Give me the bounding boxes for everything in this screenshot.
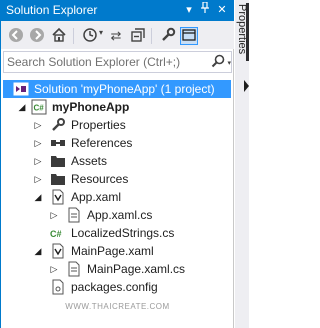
tree-item-app-xaml-cs[interactable]: ▷ App.xaml.cs — [1, 206, 234, 224]
tree-item-app-xaml[interactable]: ◢ App.xaml — [1, 188, 234, 206]
properties-wrench-glyph — [52, 118, 65, 131]
tree-item-localizedstrings[interactable]: C# LocalizedStrings.cs — [1, 224, 234, 242]
tree-item-packages-config[interactable]: packages.config — [1, 278, 234, 296]
back-glyph — [9, 28, 23, 42]
folder-icon — [50, 171, 66, 187]
references-icon — [50, 135, 66, 151]
panel-title: Solution Explorer — [6, 3, 98, 17]
csharp-class-glyph: C# — [50, 229, 62, 239]
window-position-dropdown-icon[interactable]: ▾ — [182, 2, 196, 18]
tree-item-label: MainPage.xaml.cs — [87, 262, 186, 276]
pin-glyph — [201, 1, 209, 13]
config-file-icon — [50, 279, 66, 295]
collapse-glyph — [131, 28, 145, 42]
expanded-arrow-icon[interactable]: ◢ — [17, 101, 27, 113]
csharp-file-icon — [66, 261, 82, 277]
expanded-arrow-icon[interactable]: ◢ — [33, 245, 43, 257]
properties-wrench-icon[interactable] — [159, 27, 177, 45]
history-glyph — [83, 28, 97, 42]
tree-item-label: myPhoneApp — [52, 100, 130, 114]
xaml-file-icon — [50, 189, 66, 205]
config-file-glyph — [52, 279, 64, 295]
tree-item-label: MainPage.xaml — [71, 244, 154, 258]
tree-item-label: packages.config — [71, 280, 158, 294]
explorer-toolbar: ▾ ⇄ — [1, 21, 234, 49]
forward-icon[interactable] — [28, 27, 46, 45]
search-options-dropdown-icon[interactable]: ▾ — [227, 59, 231, 67]
tree-item-assets[interactable]: ▷ Assets — [1, 152, 234, 170]
collapsed-arrow-icon[interactable]: ▷ — [49, 209, 59, 221]
search-glyph — [211, 54, 225, 68]
tree-item-label: App.xaml.cs — [87, 208, 153, 222]
tree-item-mainpage-xaml-cs[interactable]: ▷ MainPage.xaml.cs — [1, 260, 234, 278]
xaml-file-glyph — [52, 189, 64, 205]
search-input[interactable] — [7, 54, 202, 70]
pin-icon[interactable] — [198, 1, 212, 18]
expanded-arrow-icon[interactable]: ◢ — [33, 191, 43, 203]
tree-item-project[interactable]: ◢ C# myPhoneApp — [1, 98, 234, 116]
back-icon[interactable] — [7, 27, 25, 45]
home-glyph — [52, 27, 66, 42]
forward-glyph — [30, 28, 44, 42]
wrench-icon — [50, 117, 66, 133]
collapsed-arrow-icon[interactable]: ▷ — [33, 173, 43, 185]
xaml-file-glyph — [52, 243, 64, 259]
search-icon[interactable] — [210, 54, 226, 70]
watermark: WWW.THAICREATE.COM — [65, 302, 170, 311]
tree-item-mainpage-xaml[interactable]: ◢ MainPage.xaml — [1, 242, 234, 260]
collapse-all-icon[interactable] — [129, 27, 147, 45]
csharp-project-icon: C# — [31, 99, 47, 115]
tree-item-label: App.xaml — [71, 190, 122, 204]
refresh-icon[interactable]: ⇄ — [107, 27, 125, 45]
tree-item-label: Solution 'myPhoneApp' (1 project) — [34, 82, 215, 96]
toolbar-separator — [151, 28, 152, 44]
tree-item-label: Properties — [71, 118, 126, 132]
collapsed-arrow-icon[interactable]: ▷ — [33, 137, 43, 149]
panel-titlebar: Solution Explorer ▾ ✕ — [1, 0, 234, 21]
preview-selected-items-icon[interactable] — [180, 27, 198, 45]
tree-item-label: References — [71, 136, 133, 150]
svg-text:C#: C# — [34, 104, 45, 113]
csharp-project-glyph: C# — [31, 99, 47, 115]
tree-item-resources[interactable]: ▷ Resources — [1, 170, 234, 188]
search-box: ▾ — [3, 51, 232, 73]
folder-glyph — [51, 156, 65, 167]
xaml-file-icon — [50, 243, 66, 259]
solution-explorer-panel: Solution Explorer ▾ ✕ ▾ ⇄ Search Solutio… — [0, 0, 234, 328]
sync-history-icon[interactable] — [81, 27, 99, 45]
collapsed-arrow-icon[interactable]: ▷ — [33, 155, 43, 167]
tree-item-solution[interactable]: Solution 'myPhoneApp' (1 project) — [3, 80, 231, 98]
tree-item-properties[interactable]: ▷ Properties — [1, 116, 234, 134]
collapsed-arrow-icon[interactable]: ▷ — [33, 119, 43, 131]
csharp-file-glyph — [68, 207, 80, 223]
mouse-cursor-icon — [244, 80, 249, 92]
wrench-glyph — [162, 27, 176, 41]
csharp-file-icon — [66, 207, 82, 223]
folder-glyph — [51, 174, 65, 185]
solution-icon — [13, 81, 29, 97]
close-icon[interactable]: ✕ — [215, 2, 229, 18]
tree-item-label: LocalizedStrings.cs — [71, 226, 175, 240]
csharp-file-icon: C# — [50, 225, 66, 241]
csharp-file-glyph — [68, 261, 80, 277]
svg-text:C#: C# — [50, 229, 62, 239]
side-tab-label: Properties — [236, 4, 248, 55]
tree-item-label: Resources — [71, 172, 129, 186]
folder-icon — [50, 153, 66, 169]
home-icon[interactable] — [50, 27, 68, 45]
properties-side-tab[interactable]: Properties — [235, 0, 249, 328]
collapsed-arrow-icon[interactable]: ▷ — [49, 263, 59, 275]
references-glyph — [51, 140, 65, 146]
solution-glyph — [13, 82, 29, 96]
preview-glyph — [182, 29, 196, 41]
tree-item-label: Assets — [71, 154, 108, 168]
sync-history-dropdown-icon[interactable]: ▾ — [99, 28, 103, 37]
toolbar-separator — [73, 28, 74, 44]
tree-item-references[interactable]: ▷ References — [1, 134, 234, 152]
